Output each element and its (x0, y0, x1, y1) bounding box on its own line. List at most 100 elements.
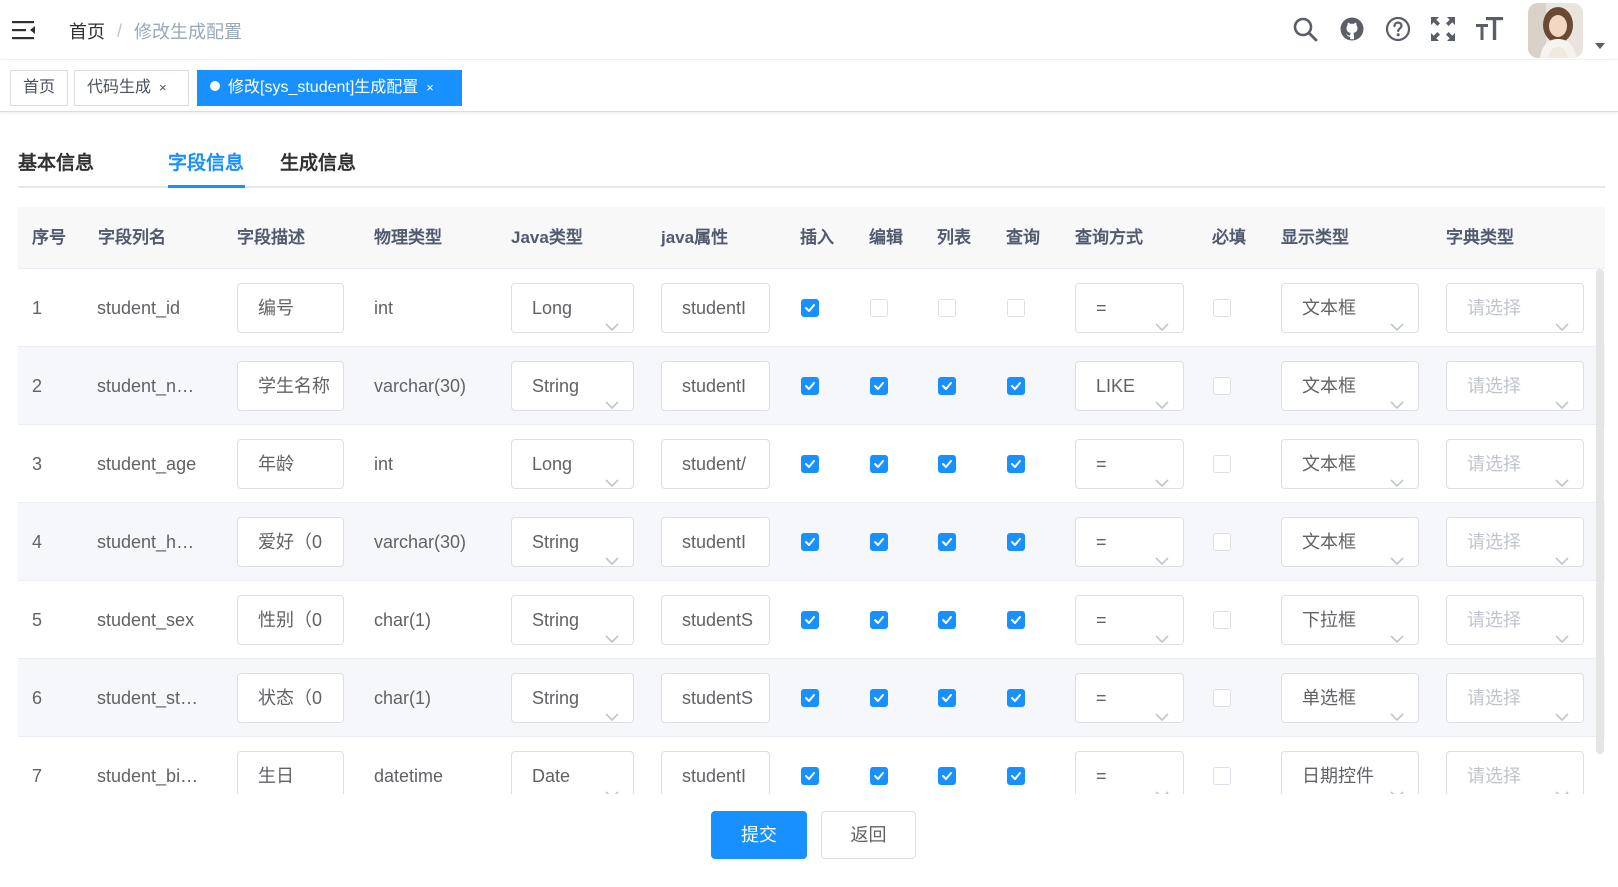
query-type-select[interactable]: = (1075, 283, 1184, 333)
dict-type-select-value: 请选择 (1467, 688, 1521, 708)
java-type-select[interactable]: String (511, 673, 634, 723)
java-attr-input[interactable]: studentI (661, 517, 770, 567)
field-desc-input[interactable]: 年龄 (237, 439, 344, 489)
list-checkbox[interactable] (938, 533, 956, 551)
html-type-select[interactable]: 文本框 (1281, 517, 1419, 567)
caret-down-icon[interactable] (1594, 38, 1606, 49)
required-checkbox[interactable] (1213, 533, 1231, 551)
close-icon[interactable]: × (426, 80, 434, 95)
dict-type-select[interactable]: 请选择 (1446, 517, 1584, 567)
edit-checkbox[interactable] (870, 767, 888, 785)
row-index: 7 (32, 766, 43, 786)
required-checkbox[interactable] (1213, 377, 1231, 395)
field-desc-input[interactable]: 生日 (237, 751, 344, 794)
html-type-select[interactable]: 下拉框 (1281, 595, 1419, 645)
tag-code-gen[interactable]: 代码生成 × (74, 70, 189, 106)
java-attr-input[interactable]: studentS (661, 673, 770, 723)
close-icon[interactable]: × (159, 80, 167, 95)
tag-edit-gen-config[interactable]: 修改[sys_student]生成配置 × (197, 70, 462, 106)
query-checkbox[interactable] (1007, 455, 1025, 473)
back-button[interactable]: 返回 (821, 811, 916, 859)
java-type-select[interactable]: Long (511, 439, 634, 489)
dict-type-select[interactable]: 请选择 (1446, 283, 1584, 333)
insert-checkbox[interactable] (801, 689, 819, 707)
html-type-select[interactable]: 文本框 (1281, 439, 1419, 489)
query-type-select[interactable]: LIKE (1075, 361, 1184, 411)
dict-type-select[interactable]: 请选择 (1446, 595, 1584, 645)
java-attr-input[interactable]: studentI (661, 361, 770, 411)
query-type-select[interactable]: = (1075, 751, 1184, 794)
query-checkbox[interactable] (1007, 299, 1025, 317)
query-checkbox[interactable] (1007, 767, 1025, 785)
github-icon[interactable] (1339, 16, 1365, 42)
list-checkbox[interactable] (938, 377, 956, 395)
query-checkbox[interactable] (1007, 689, 1025, 707)
java-attr-input[interactable]: studentI (661, 751, 770, 794)
html-type-select[interactable]: 文本框 (1281, 361, 1419, 411)
edit-checkbox[interactable] (870, 689, 888, 707)
fullscreen-icon[interactable] (1430, 16, 1456, 42)
tag-home[interactable]: 首页 (10, 70, 69, 106)
field-desc-input[interactable]: 爱好（0 (237, 517, 344, 567)
insert-checkbox[interactable] (801, 455, 819, 473)
edit-checkbox[interactable] (870, 611, 888, 629)
java-type-select[interactable]: String (511, 517, 634, 567)
insert-checkbox[interactable] (801, 767, 819, 785)
html-type-select[interactable]: 单选框 (1281, 673, 1419, 723)
query-checkbox[interactable] (1007, 377, 1025, 395)
java-type-select[interactable]: String (511, 595, 634, 645)
java-type-select[interactable]: String (511, 361, 634, 411)
list-checkbox[interactable] (938, 689, 956, 707)
tab-field-info[interactable]: 字段信息 (168, 148, 244, 175)
dict-type-select[interactable]: 请选择 (1446, 673, 1584, 723)
field-desc-input[interactable]: 性别（0 (237, 595, 344, 645)
tab-gen-info[interactable]: 生成信息 (280, 148, 356, 175)
edit-checkbox[interactable] (870, 455, 888, 473)
font-size-icon[interactable] (1476, 16, 1504, 42)
dict-type-select[interactable]: 请选择 (1446, 751, 1584, 794)
required-checkbox[interactable] (1213, 455, 1231, 473)
edit-checkbox[interactable] (870, 299, 888, 317)
field-desc-input[interactable]: 编号 (237, 283, 344, 333)
insert-checkbox[interactable] (801, 533, 819, 551)
user-avatar[interactable] (1528, 3, 1583, 58)
help-icon[interactable] (1385, 16, 1411, 42)
field-desc-input[interactable]: 状态（0 (237, 673, 344, 723)
java-type-select[interactable]: Date (511, 751, 634, 794)
required-checkbox[interactable] (1213, 689, 1231, 707)
dict-type-select[interactable]: 请选择 (1446, 439, 1584, 489)
search-icon[interactable] (1292, 16, 1318, 42)
required-checkbox[interactable] (1213, 611, 1231, 629)
breadcrumb-home[interactable]: 首页 (69, 18, 105, 44)
insert-checkbox[interactable] (801, 611, 819, 629)
java-attr-input[interactable]: student/ (661, 439, 770, 489)
dict-type-select[interactable]: 请选择 (1446, 361, 1584, 411)
tab-basic-info[interactable]: 基本信息 (18, 148, 94, 175)
hamburger-menu-icon[interactable] (12, 19, 36, 41)
query-type-select[interactable]: = (1075, 517, 1184, 567)
list-checkbox[interactable] (938, 455, 956, 473)
query-type-select[interactable]: = (1075, 673, 1184, 723)
java-type-select[interactable]: Long (511, 283, 634, 333)
edit-checkbox[interactable] (870, 377, 888, 395)
query-checkbox[interactable] (1007, 611, 1025, 629)
required-checkbox[interactable] (1213, 767, 1231, 785)
table-scrollbar[interactable] (1596, 269, 1604, 754)
html-type-select[interactable]: 文本框 (1281, 283, 1419, 333)
list-checkbox[interactable] (938, 767, 956, 785)
field-desc-input[interactable]: 学生名称 (237, 361, 344, 411)
insert-checkbox[interactable] (801, 377, 819, 395)
list-checkbox[interactable] (938, 299, 956, 317)
html-type-select[interactable]: 日期控件 (1281, 751, 1419, 794)
java-attr-input[interactable]: studentS (661, 595, 770, 645)
required-checkbox[interactable] (1213, 299, 1231, 317)
config-tabs: 基本信息 字段信息 生成信息 (18, 140, 1605, 188)
edit-checkbox[interactable] (870, 533, 888, 551)
insert-checkbox[interactable] (801, 299, 819, 317)
query-type-select[interactable]: = (1075, 595, 1184, 645)
list-checkbox[interactable] (938, 611, 956, 629)
query-type-select[interactable]: = (1075, 439, 1184, 489)
query-checkbox[interactable] (1007, 533, 1025, 551)
java-attr-input[interactable]: studentI (661, 283, 770, 333)
submit-button[interactable]: 提交 (711, 811, 807, 859)
